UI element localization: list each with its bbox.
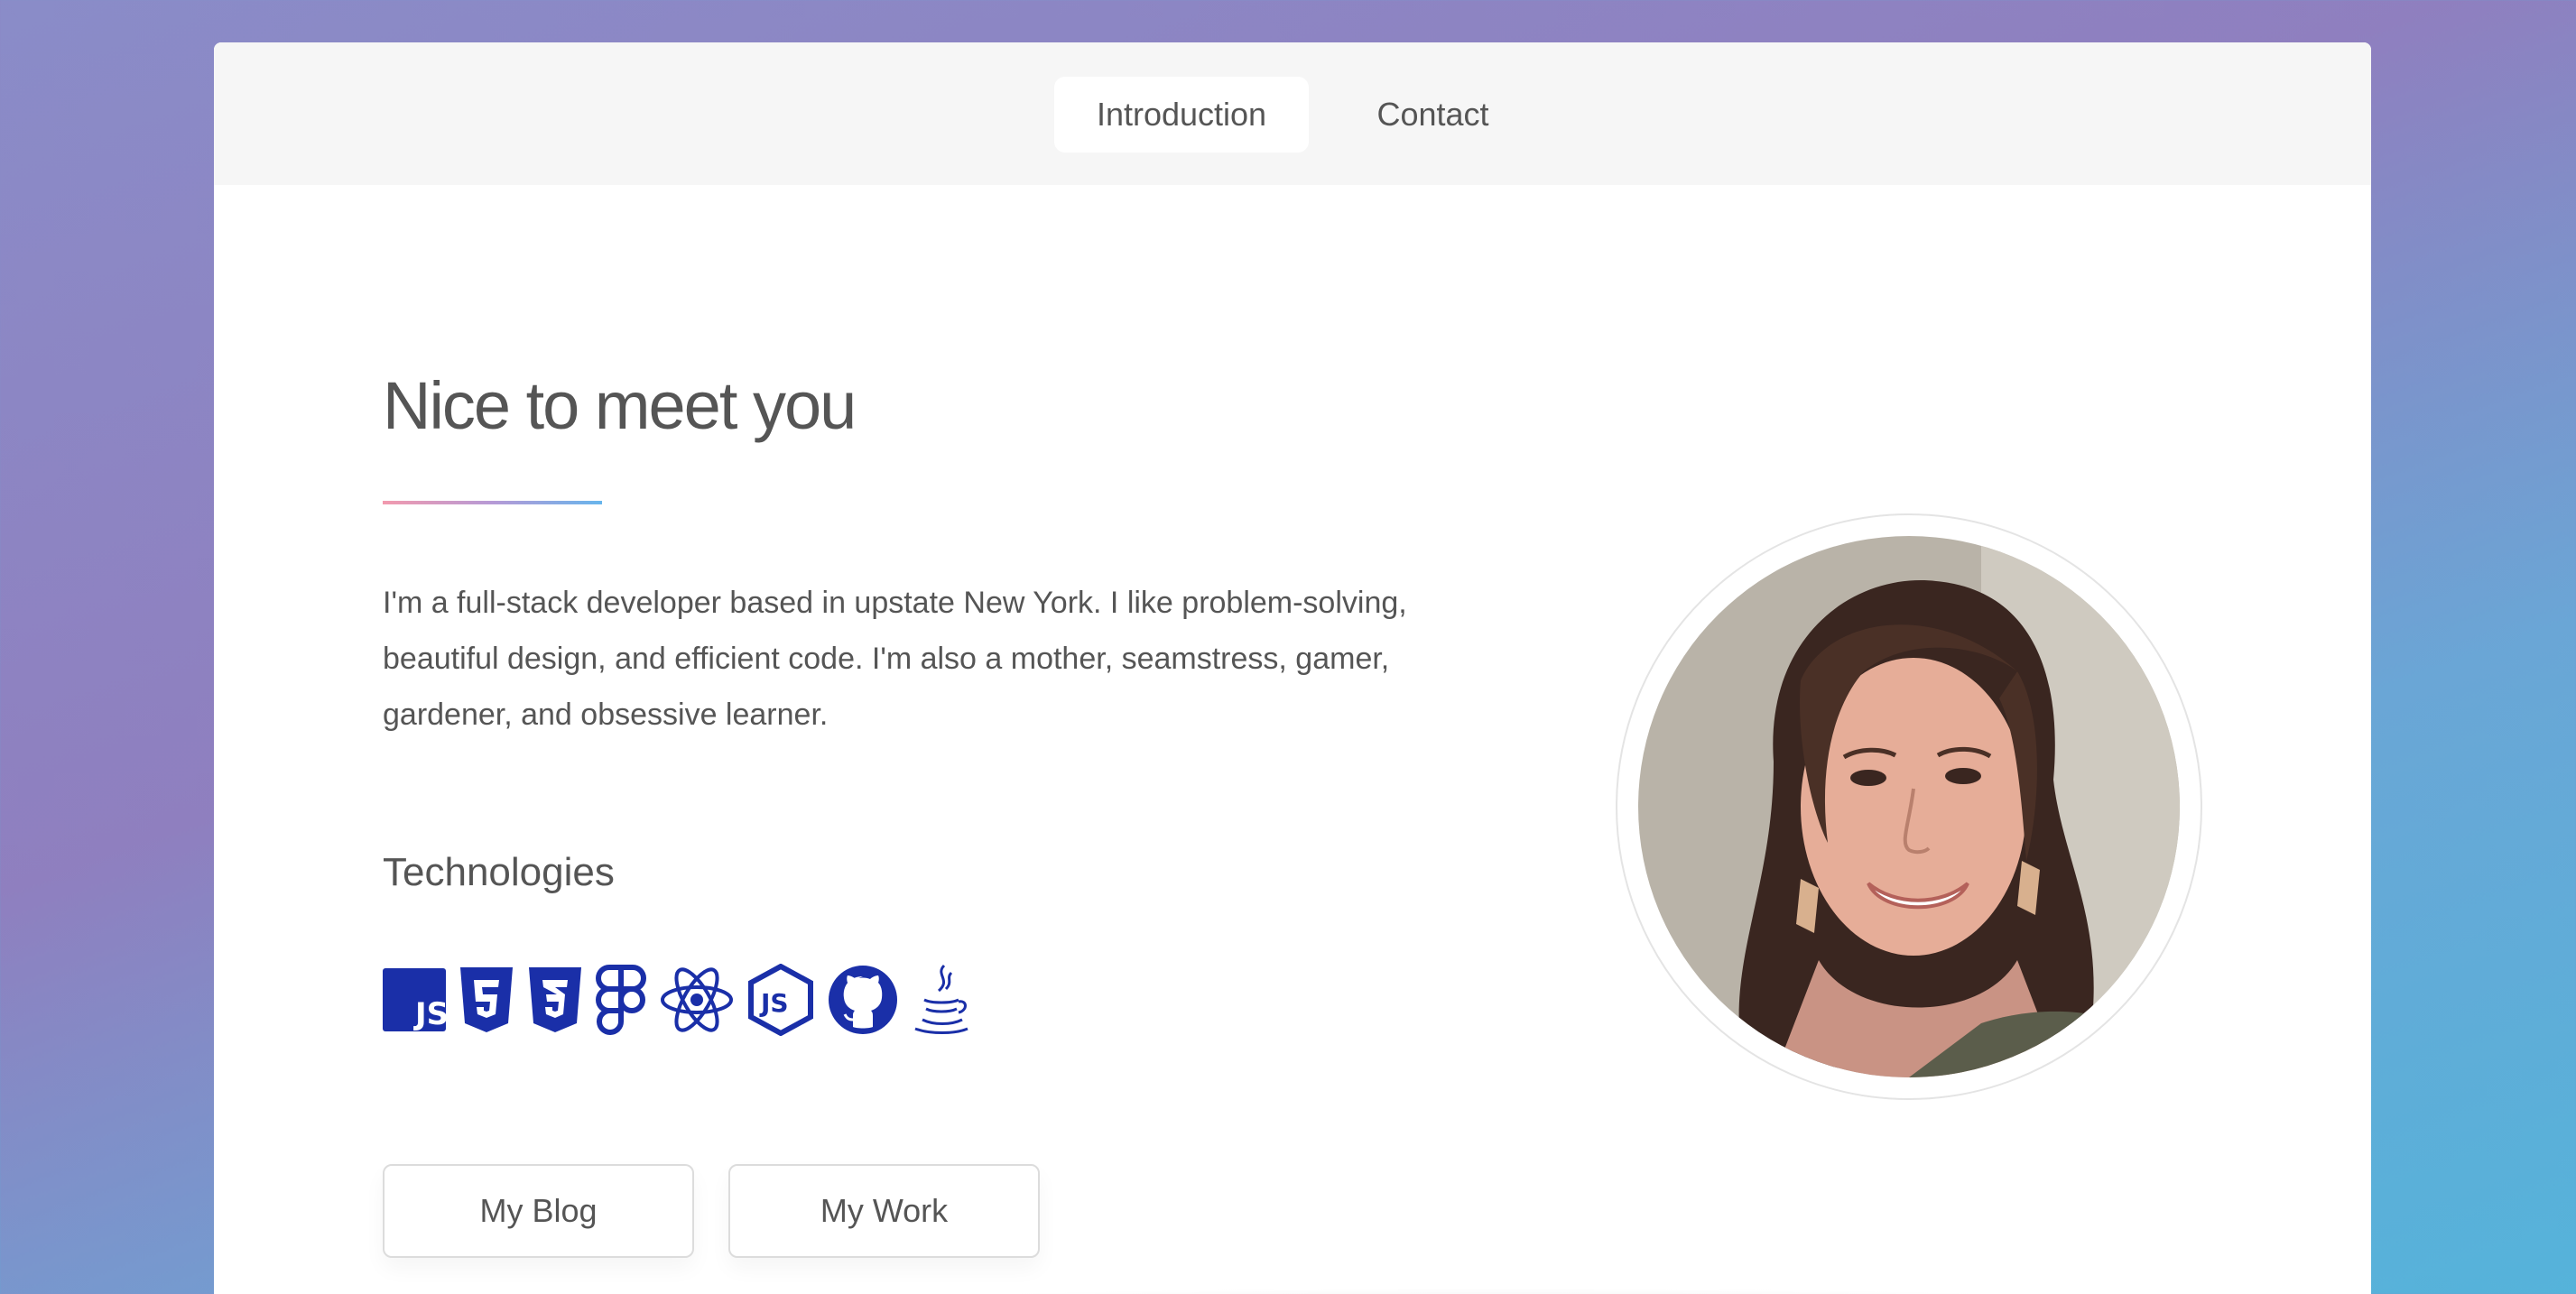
nav-introduction[interactable]: Introduction xyxy=(1054,77,1309,153)
heading-divider xyxy=(383,501,602,504)
svg-text:JS: JS xyxy=(413,996,446,1031)
main-card: Introduction Contact Nice to meet you I'… xyxy=(214,42,2371,1294)
page-heading: Nice to meet you xyxy=(383,368,857,443)
my-blog-button[interactable]: My Blog xyxy=(383,1164,694,1258)
my-work-button[interactable]: My Work xyxy=(728,1164,1040,1258)
nodejs-icon: JS xyxy=(748,964,813,1036)
javascript-icon: JS xyxy=(383,968,446,1031)
nav-contact[interactable]: Contact xyxy=(1327,77,1539,153)
css3-icon xyxy=(529,967,581,1032)
profile-photo xyxy=(1638,536,2180,1077)
svg-text:JS: JS xyxy=(759,988,789,1018)
github-icon xyxy=(829,966,897,1034)
bottom-shadow xyxy=(683,1288,2308,1294)
top-nav: Introduction Contact xyxy=(214,42,2371,185)
figma-icon xyxy=(596,965,646,1035)
technologies-list: JS JS xyxy=(383,959,971,1040)
react-icon xyxy=(661,967,733,1032)
bio-text: I'm a full-stack developer based in upst… xyxy=(383,586,1407,732)
technologies-heading: Technologies xyxy=(383,850,615,894)
java-icon xyxy=(914,964,968,1034)
html5-icon xyxy=(460,967,513,1032)
